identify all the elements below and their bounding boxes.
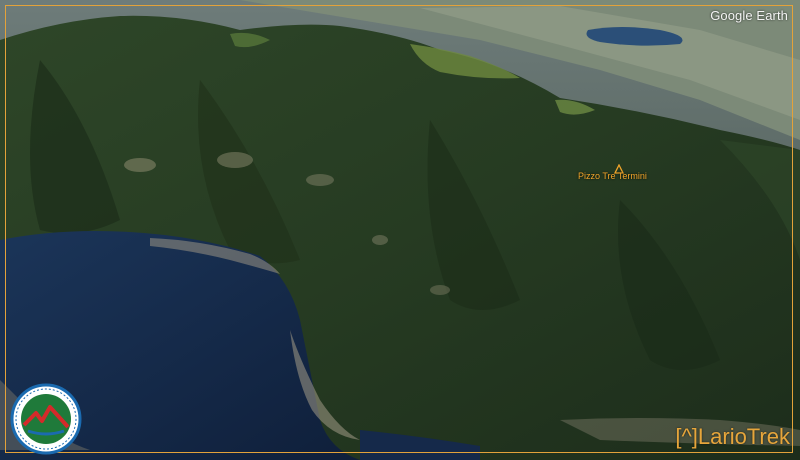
guide-association-badge	[10, 383, 82, 455]
map-scene: Google Earth Pizzo Tre Termini [^]LarioT…	[0, 0, 800, 460]
satellite-terrain	[0, 0, 800, 460]
peak-label: Pizzo Tre Termini	[578, 171, 647, 181]
peak-marker[interactable]: Pizzo Tre Termini	[578, 164, 668, 188]
google-earth-logo: Google Earth	[710, 8, 788, 23]
lariotrek-watermark: [^]LarioTrek	[675, 424, 790, 449]
